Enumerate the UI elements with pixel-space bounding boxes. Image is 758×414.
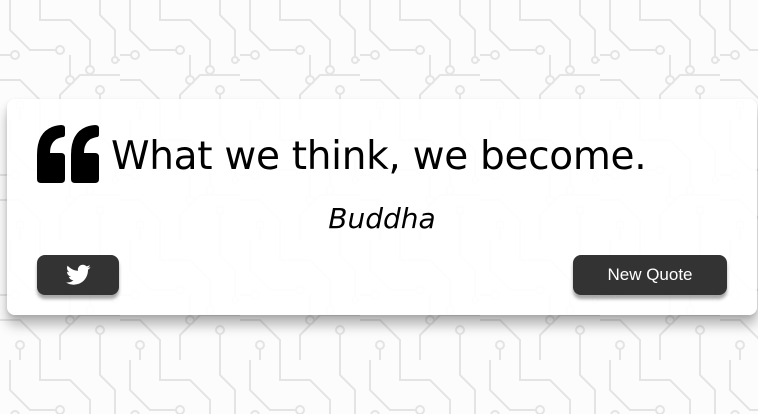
quote-card: What we think, we become. Buddha New Quo… [7, 99, 757, 315]
new-quote-button[interactable]: New Quote [573, 255, 727, 295]
quote-row: What we think, we become. [35, 121, 737, 191]
tweet-button[interactable] [37, 255, 119, 295]
twitter-icon [65, 264, 91, 285]
quote-left-icon [37, 125, 99, 183]
quote-author: Buddha [328, 202, 436, 235]
quote-text: What we think, we become. [111, 133, 647, 179]
